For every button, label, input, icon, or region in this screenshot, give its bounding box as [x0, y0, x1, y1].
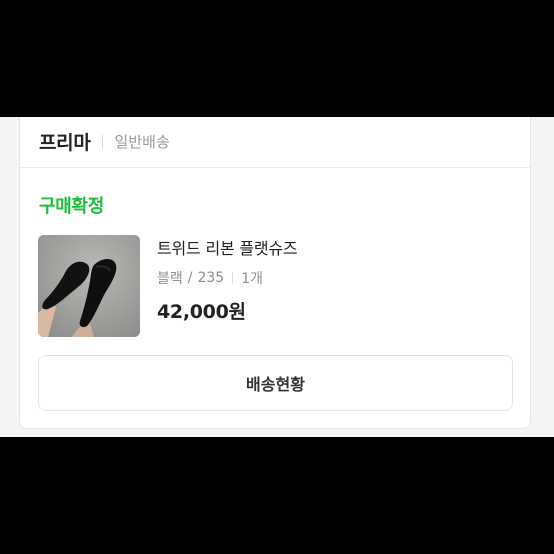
shipping-type: 일반배송 — [114, 133, 170, 151]
delivery-status-button[interactable]: 배송현황 — [38, 355, 513, 411]
product-info: 트위드 리본 플랫슈즈 블랙 / 235 1개 42,000원 — [157, 235, 298, 324]
seller-name[interactable]: 프리마 — [39, 128, 91, 155]
product-price: 42,000원 — [157, 301, 246, 323]
header-divider — [101, 134, 103, 149]
option-quantity: 1개 — [241, 271, 264, 287]
option-divider — [232, 272, 234, 284]
order-card: 프리마 일반배송 구매확정 트위드 리본 플랫슈즈 블랙 / 235 1개 42… — [19, 117, 531, 429]
order-status: 구매확정 — [39, 196, 105, 217]
option-size: 235 — [197, 270, 225, 286]
product-options: 블랙 / 235 1개 — [157, 268, 297, 288]
order-header: 프리마 일반배송 — [39, 128, 170, 155]
option-color: 블랙 — [157, 271, 183, 287]
product-name[interactable]: 트위드 리본 플랫슈즈 — [157, 235, 298, 259]
product-image[interactable] — [38, 235, 140, 337]
option-separator: / — [187, 270, 193, 286]
product-photo — [38, 235, 140, 337]
order-screen: 프리마 일반배송 구매확정 트위드 리본 플랫슈즈 블랙 / 235 1개 42… — [0, 117, 554, 437]
section-divider — [20, 167, 530, 168]
